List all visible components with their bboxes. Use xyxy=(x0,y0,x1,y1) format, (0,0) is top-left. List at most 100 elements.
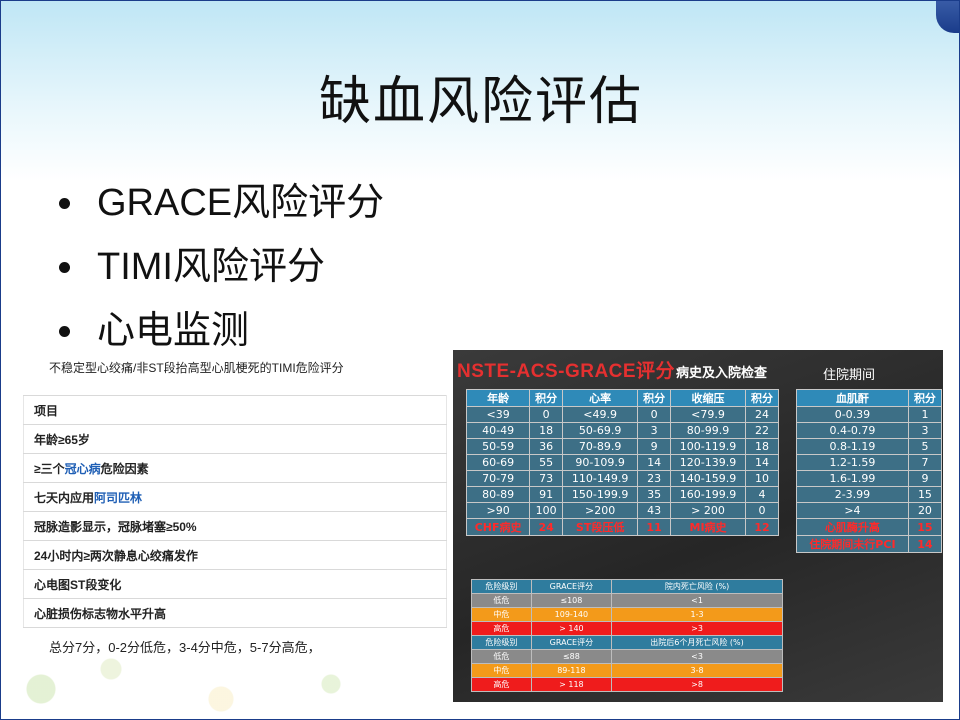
table-cell: 0-0.39 xyxy=(796,406,909,423)
header-cell: 心率 xyxy=(562,389,639,407)
table-cell: 3 xyxy=(907,422,943,439)
table-cell: 24 xyxy=(745,406,779,423)
table-cell: <79.9 xyxy=(670,406,747,423)
table-cell: 80-99.9 xyxy=(670,422,747,439)
table-cell: 1.2-1.59 xyxy=(796,454,909,471)
table-cell: 18 xyxy=(529,422,564,439)
table-cell: 15 xyxy=(907,486,943,503)
table-cell: 35 xyxy=(637,486,672,503)
table-cell: 80-89 xyxy=(465,486,531,503)
table-cell: >3 xyxy=(611,621,783,636)
table-cell: 2-3.99 xyxy=(796,486,909,503)
table-cell: 140-159.9 xyxy=(670,470,747,487)
table-cell: 0 xyxy=(529,406,564,423)
timi-item-cell: 心电图ST段变化 xyxy=(23,569,447,599)
table-cell: 89-118 xyxy=(530,663,613,678)
table-row: 1.6-1.99 9 xyxy=(796,470,943,487)
table-cell: <39 xyxy=(465,406,531,423)
table-cell: 中危 xyxy=(471,607,532,622)
table-cell: 18 xyxy=(745,438,779,455)
table-row-history: CHF病史 24 ST段压低 11 MI病史 12 xyxy=(465,518,779,536)
timi-item-link[interactable]: 阿司匹林 xyxy=(94,491,142,505)
table-row: 冠脉造影显示，冠脉堵塞≥50% xyxy=(23,511,447,541)
table-cell: 9 xyxy=(907,470,943,487)
timi-footer: 总分7分，0-2分低危，3-4分中危，5-7分高危， xyxy=(49,640,321,655)
grace-risk-table: 危险级别 GRACE评分 院内死亡风险 (%) 低危 ≤108 <1 中危 109-140 1-… xyxy=(471,579,783,692)
table-row: ≥三个冠心病危险因素 xyxy=(23,453,447,483)
table-cell: 100-119.9 xyxy=(670,438,747,455)
table-cell: > 200 xyxy=(670,502,747,519)
table-cell: 55 xyxy=(529,454,564,471)
table-cell: 1 xyxy=(907,406,943,423)
table-row: 年龄≥65岁 xyxy=(23,424,447,454)
table-cell: 109-140 xyxy=(530,607,613,622)
table-row: <39 0 <49.9 0 <79.9 24 xyxy=(465,406,779,423)
header-cell: 危险级别 xyxy=(471,635,532,650)
corner-decoration xyxy=(936,1,959,33)
table-cell: 160-199.9 xyxy=(670,486,747,503)
risk-row-low: 低危 ≤88 <3 xyxy=(471,649,783,664)
table-cell: 110-149.9 xyxy=(562,470,639,487)
table-cell: 100 xyxy=(529,502,564,519)
table-cell: 1.6-1.99 xyxy=(796,470,909,487)
timi-item-link[interactable]: 冠心病 xyxy=(65,462,101,476)
table-cell: 低危 xyxy=(471,649,532,664)
table-row: 80-89 91 150-199.9 35 160-199.9 4 xyxy=(465,486,779,503)
grace-history-table: 年龄 积分 心率 积分 收缩压 积分 <39 0 <49.9 0 <79.9 24 40-49 18 50-… xyxy=(465,389,779,536)
table-cell: 22 xyxy=(745,422,779,439)
table-cell: 24 xyxy=(529,518,564,536)
table-cell: 0.8-1.19 xyxy=(796,438,909,455)
timi-item-cell: 心脏损伤标志物水平升高 xyxy=(23,598,447,628)
table-row: 1.2-1.59 7 xyxy=(796,454,943,471)
table-cell: 40-49 xyxy=(465,422,531,439)
table-cell: >200 xyxy=(562,502,639,519)
table-cell: 中危 xyxy=(471,663,532,678)
table-cell: > 118 xyxy=(530,677,613,692)
bullet-grace: GRACE风险评分 xyxy=(59,177,384,241)
table-cell: 70-89.9 xyxy=(562,438,639,455)
table-cell: >8 xyxy=(611,677,783,692)
table-cell: 9 xyxy=(637,438,672,455)
table-cell: <1 xyxy=(611,593,783,608)
slide-title: 缺血风险评估 xyxy=(318,72,643,132)
header-cell: 积分 xyxy=(745,389,779,407)
table-cell: 3 xyxy=(637,422,672,439)
table-row: >90 100 >200 43 > 200 0 xyxy=(465,502,779,519)
table-row: 心脏损伤标志物水平升高 xyxy=(23,598,447,628)
risk-row-high: 高危 > 118 >8 xyxy=(471,677,783,692)
table-cell: 低危 xyxy=(471,593,532,608)
slide-frame: 缺血风险评估 GRACE风险评分 TIMI风险评分 心电监测 不稳定型心绞痛/非… xyxy=(0,0,960,720)
table-cell: 4 xyxy=(745,486,779,503)
grace-subtitle-history: 病史及入院检查 xyxy=(676,365,768,380)
table-row: 0-0.39 1 xyxy=(796,406,943,423)
table-row: 0.8-1.19 5 xyxy=(796,438,943,455)
table-cell: <3 xyxy=(611,649,783,664)
table-header-row: 年龄 积分 心率 积分 收缩压 积分 xyxy=(465,389,779,407)
timi-caption: 不稳定型心绞痛/非ST段抬高型心肌梗死的TIMI危险评分 xyxy=(49,361,344,375)
table-cell: 12 xyxy=(745,518,779,536)
table-cell: 150-199.9 xyxy=(562,486,639,503)
table-cell: <49.9 xyxy=(562,406,639,423)
table-cell: 7 xyxy=(907,454,943,471)
risk-row-mid: 中危 89-118 3-8 xyxy=(471,663,783,678)
table-cell: ≤88 xyxy=(530,649,613,664)
table-cell: 10 xyxy=(745,470,779,487)
table-cell: 高危 xyxy=(471,621,532,636)
header-cell: GRACE评分 xyxy=(530,635,613,650)
timi-item-cell: 冠脉造影显示，冠脉堵塞≥50% xyxy=(23,511,447,541)
table-cell: > 140 xyxy=(530,621,613,636)
table-row: 七天内应用阿司匹林 xyxy=(23,482,447,512)
header-cell: 积分 xyxy=(529,389,564,407)
timi-item-prefix: 七天内应用 xyxy=(34,490,95,505)
table-cell: 住院期间未行PCI xyxy=(796,535,909,553)
table-header-row: 血肌酐 积分 xyxy=(796,389,943,407)
table-cell: 5 xyxy=(907,438,943,455)
bullet-list: GRACE风险评分 TIMI风险评分 心电监测 xyxy=(59,177,384,369)
table-cell: 0 xyxy=(745,502,779,519)
table-cell: 91 xyxy=(529,486,564,503)
risk-header-row: 危险级别 GRACE评分 出院后6个月死亡风险 (%) xyxy=(471,635,783,650)
grace-hospital-table: 血肌酐 积分 0-0.39 1 0.4-0.79 3 0.8-1.19 5 1.2-1.59 7 1… xyxy=(796,389,943,553)
table-cell: ≤108 xyxy=(530,593,613,608)
table-cell: 11 xyxy=(637,518,672,536)
header-cell: 积分 xyxy=(907,389,943,407)
